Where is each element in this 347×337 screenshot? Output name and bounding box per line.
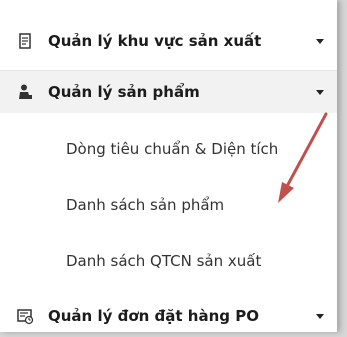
submenu-item-label: Danh sách sản phẩm — [66, 196, 225, 214]
chevron-down-icon — [316, 314, 324, 319]
menu-item-production-area[interactable]: Quản lý khu vực sản xuất — [0, 20, 337, 62]
menu-item-label: Quản lý sản phẩm — [48, 83, 200, 101]
document-icon — [16, 32, 34, 50]
chevron-down-icon — [316, 39, 324, 44]
submenu-item-label: Danh sách QTCN sản xuất — [66, 252, 262, 270]
chevron-down-icon — [316, 90, 324, 95]
submenu-item-label: Dòng tiêu chuẩn & Diện tích — [66, 140, 279, 158]
submenu-item-qtcn-list[interactable]: Danh sách QTCN sản xuất — [0, 240, 337, 282]
menu-item-label: Quản lý khu vực sản xuất — [48, 32, 262, 50]
worker-icon — [16, 83, 34, 101]
sidebar-menu: Quản lý khu vực sản xuất Quản lý sản phẩ… — [0, 0, 337, 332]
menu-item-purchase-orders[interactable]: Quản lý đơn đặt hàng PO — [0, 295, 337, 337]
menu-item-label: Quản lý đơn đặt hàng PO — [48, 307, 259, 325]
submenu-item-standard-lines[interactable]: Dòng tiêu chuẩn & Diện tích — [0, 128, 337, 170]
menu-item-products[interactable]: Quản lý sản phẩm — [0, 71, 337, 113]
submenu-item-product-list[interactable]: Danh sách sản phẩm — [0, 184, 337, 226]
order-icon — [16, 307, 34, 325]
